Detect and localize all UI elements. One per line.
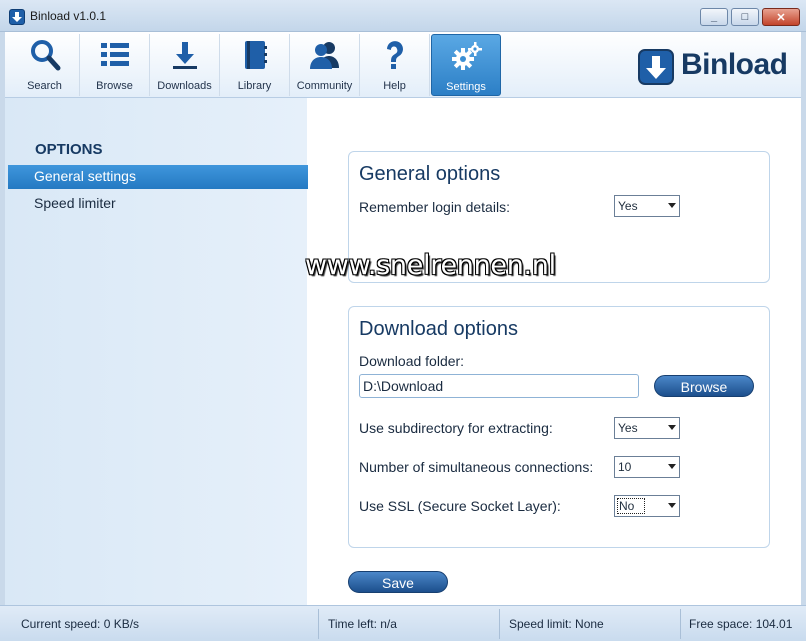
ssl-value: No: [616, 498, 646, 514]
connections-select[interactable]: 10: [614, 456, 680, 478]
toolbar-label: Search: [27, 80, 62, 92]
browse-button[interactable]: Browse: [654, 375, 754, 397]
remember-login-value: Yes: [618, 199, 638, 213]
download-folder-input[interactable]: [359, 374, 639, 398]
save-button[interactable]: Save: [348, 571, 448, 593]
status-divider: [680, 609, 681, 639]
status-divider: [499, 609, 500, 639]
sidebar-heading: OPTIONS: [35, 141, 103, 158]
main-toolbar: Search Browse Downloads Library Communit…: [5, 32, 801, 98]
ssl-select[interactable]: No: [614, 495, 680, 517]
toolbar-settings[interactable]: Settings: [431, 34, 501, 96]
toolbar-label: Library: [237, 80, 272, 92]
title-bar: Binload v1.0.1 _ □ ✕: [0, 0, 806, 32]
toolbar-downloads[interactable]: Downloads: [150, 34, 220, 96]
logo-icon: [638, 49, 674, 85]
download-options-title: Download options: [359, 318, 518, 340]
remember-login-label: Remember login details:: [359, 199, 510, 215]
connections-label: Number of simultaneous connections:: [359, 459, 594, 475]
toolbar-community[interactable]: Community: [290, 34, 360, 96]
ssl-label: Use SSL (Secure Socket Layer):: [359, 498, 561, 514]
users-icon: [310, 42, 339, 69]
binload-logo: Binload: [635, 44, 795, 88]
toolbar-library[interactable]: Library: [220, 34, 290, 96]
toolbar-label: Downloads: [157, 80, 212, 92]
close-button[interactable]: ✕: [762, 8, 800, 26]
toolbar-search[interactable]: Search: [10, 34, 80, 96]
book-icon: [245, 41, 267, 69]
status-free-space: Free space: 104.01: [689, 617, 793, 631]
connections-value: 10: [618, 460, 632, 474]
sidebar-item-general-settings[interactable]: General settings: [8, 165, 308, 189]
download-folder-label: Download folder:: [359, 353, 465, 369]
app-icon: [9, 9, 25, 25]
toolbar-help[interactable]: Help: [360, 34, 430, 96]
watermark-text: www.snelrennen.nl: [305, 250, 556, 281]
status-bar: Current speed: 0 KB/s Time left: n/a Spe…: [0, 605, 806, 641]
status-speed-limit: Speed limit: None: [509, 617, 604, 631]
download-icon: [173, 42, 197, 69]
help-icon: [387, 41, 403, 69]
minimize-button[interactable]: _: [700, 8, 728, 26]
chevron-down-icon: [668, 464, 676, 469]
toolbar-label: Help: [383, 80, 406, 92]
status-time-left: Time left: n/a: [328, 617, 397, 631]
status-current-speed: Current speed: 0 KB/s: [21, 617, 140, 631]
toolbar-label: Browse: [96, 80, 133, 92]
download-options-panel: Download options Download folder: Browse…: [348, 306, 770, 548]
options-sidebar: OPTIONS General settings Speed limiter: [5, 98, 308, 605]
maximize-icon: □: [741, 11, 749, 23]
subdirectory-select[interactable]: Yes: [614, 417, 680, 439]
logo-text: Binload: [681, 48, 788, 81]
remember-login-select[interactable]: Yes: [614, 195, 680, 217]
close-icon: ✕: [776, 11, 786, 24]
chevron-down-icon: [668, 203, 676, 208]
subdirectory-value: Yes: [618, 421, 638, 435]
maximize-button[interactable]: □: [731, 8, 759, 26]
window-title: Binload v1.0.1: [30, 9, 107, 23]
gear-icon: [452, 42, 482, 70]
general-options-title: General options: [359, 163, 501, 185]
search-icon: [31, 40, 61, 71]
chevron-down-icon: [668, 503, 676, 508]
toolbar-label: Community: [296, 80, 353, 92]
sidebar-item-speed-limiter[interactable]: Speed limiter: [8, 192, 308, 216]
list-icon: [101, 43, 129, 66]
chevron-down-icon: [668, 425, 676, 430]
status-divider: [318, 609, 319, 639]
toolbar-label: Settings: [446, 81, 486, 93]
minimize-icon: _: [710, 11, 718, 23]
subdirectory-label: Use subdirectory for extracting:: [359, 420, 553, 436]
toolbar-browse[interactable]: Browse: [80, 34, 150, 96]
